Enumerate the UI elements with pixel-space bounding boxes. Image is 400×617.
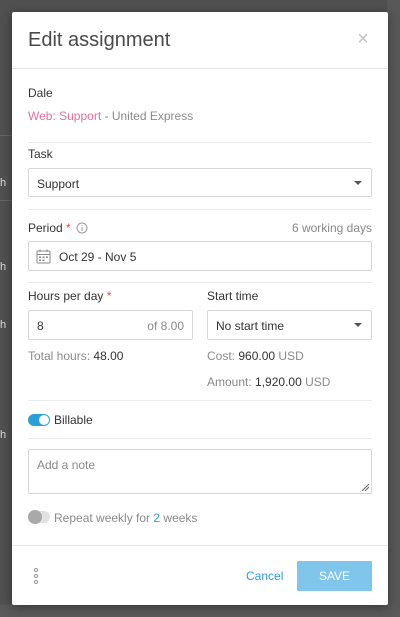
- divider: [28, 438, 372, 439]
- repeat-toggle[interactable]: [28, 510, 50, 524]
- cancel-button[interactable]: Cancel: [246, 569, 283, 583]
- background-bottom-bar: [0, 605, 400, 617]
- save-button[interactable]: SAVE: [297, 561, 372, 591]
- hours-max: of 8.00: [147, 319, 184, 333]
- background-row-divider: [0, 200, 12, 201]
- divider: [28, 209, 372, 210]
- required-mark: *: [106, 289, 112, 303]
- chevron-down-icon: [354, 323, 362, 327]
- total-hours-label: Total hours:: [28, 349, 91, 363]
- repeat-suffix: weeks: [163, 511, 198, 525]
- note-textarea[interactable]: Add a note: [28, 449, 372, 494]
- close-icon[interactable]: ×: [354, 29, 372, 49]
- toggle-knob: [39, 415, 49, 425]
- hours-per-day-value: 8: [37, 319, 44, 333]
- start-time-label: Start time: [207, 289, 259, 303]
- client-name: - United Express: [101, 109, 194, 123]
- dialog-footer: Cancel SAVE: [12, 545, 388, 605]
- repeat-weeks-count[interactable]: 2: [153, 511, 160, 525]
- edit-assignment-dialog: Edit assignment × Dale Web: Support - Un…: [12, 12, 388, 605]
- cost: Cost: 960.00 USD: [207, 349, 304, 363]
- amount-label: Amount:: [207, 375, 252, 389]
- period-label: Period: [28, 221, 63, 235]
- info-icon[interactable]: [76, 222, 88, 234]
- divider: [28, 282, 372, 283]
- hours-label-group: Hours per day *: [28, 289, 111, 303]
- required-mark: *: [66, 221, 71, 235]
- background-right-panel: [387, 0, 400, 617]
- start-time-select[interactable]: No start time: [207, 310, 372, 340]
- assignee-project-line: Web: Support - United Express: [28, 109, 193, 123]
- background-row-label: h: [0, 429, 7, 441]
- dialog-title: Edit assignment: [28, 29, 171, 51]
- period-date-range[interactable]: Oct 29 - Nov 5: [28, 241, 372, 271]
- period-value: Oct 29 - Nov 5: [59, 250, 137, 264]
- hours-per-day-label: Hours per day: [28, 289, 104, 303]
- hours-per-day-input[interactable]: 8 of 8.00: [28, 310, 193, 340]
- working-days: 6 working days: [291, 221, 372, 235]
- divider: [28, 400, 372, 401]
- toggle-knob: [28, 510, 42, 524]
- note-placeholder: Add a note: [37, 458, 96, 472]
- amount-value: 1,920.00: [255, 375, 302, 389]
- background-row-divider: [0, 135, 12, 136]
- divider: [28, 142, 372, 143]
- cost-label: Cost:: [207, 349, 236, 363]
- amount-currency: USD: [305, 375, 331, 389]
- amount: Amount: 1,920.00 USD: [207, 375, 330, 389]
- chevron-down-icon: [354, 181, 362, 185]
- project-name[interactable]: Web: Support: [28, 109, 101, 123]
- repeat-prefix: Repeat weekly for: [54, 511, 151, 525]
- repeat-text: Repeat weekly for 2 weeks: [54, 511, 197, 525]
- calendar-icon: [36, 249, 51, 264]
- cost-value: 960.00: [238, 349, 276, 363]
- period-label-group: Period *: [28, 221, 88, 235]
- more-options-icon[interactable]: [34, 568, 40, 586]
- background-row-label: h: [0, 261, 7, 273]
- background-row-label: h: [0, 177, 7, 189]
- billable-toggle[interactable]: [28, 414, 50, 426]
- cost-currency: USD: [278, 349, 304, 363]
- task-label: Task: [28, 147, 53, 161]
- billable-label: Billable: [54, 413, 93, 427]
- assignee-name: Dale: [28, 86, 53, 100]
- resize-handle-icon[interactable]: [362, 484, 369, 491]
- background-row-label: h: [0, 319, 7, 331]
- total-hours: Total hours: 48.00: [28, 349, 123, 363]
- total-hours-value: 48.00: [93, 349, 124, 363]
- start-time-value: No start time: [216, 319, 285, 333]
- task-select[interactable]: Support: [28, 168, 372, 197]
- dialog-header: Edit assignment ×: [12, 12, 388, 69]
- task-select-value: Support: [37, 177, 80, 191]
